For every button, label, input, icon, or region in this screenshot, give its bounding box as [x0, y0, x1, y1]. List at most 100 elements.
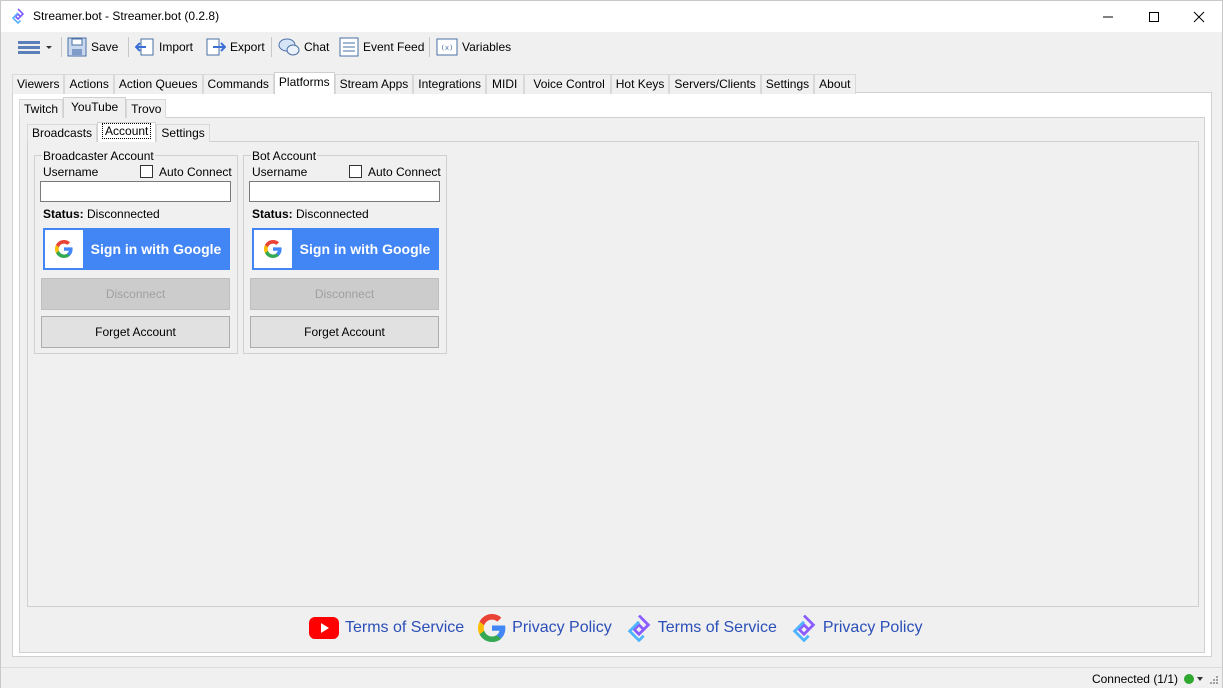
youtube-terms-label: Terms of Service: [345, 619, 465, 636]
disconnect-button[interactable]: Disconnect: [41, 278, 230, 310]
footer-links: Terms of Service Privacy Policy Terms of…: [309, 613, 936, 643]
maximize-button[interactable]: [1131, 1, 1177, 32]
connection-status: Connected (1/1): [1091, 672, 1178, 686]
status-label: Status:: [252, 207, 293, 221]
streamerbot-privacy-link[interactable]: Privacy Policy: [791, 614, 923, 642]
youtube-tabs: Broadcasts Account Settings: [27, 122, 210, 142]
menu-dropdown-button[interactable]: [17, 35, 53, 59]
toolbar-separator: [61, 37, 62, 57]
export-button[interactable]: Export: [206, 35, 265, 59]
connection-status-dot-icon[interactable]: [1184, 674, 1194, 684]
streamerbot-terms-link[interactable]: Terms of Service: [626, 614, 777, 642]
google-g-icon: [478, 614, 506, 642]
tab-stream-apps[interactable]: Stream Apps: [334, 74, 414, 94]
tab-integrations[interactable]: Integrations: [413, 74, 487, 94]
youtube-terms-link[interactable]: Terms of Service: [309, 617, 464, 639]
auto-connect-label: Auto Connect: [159, 165, 232, 179]
minimize-icon: [1103, 16, 1113, 17]
tab-actions[interactable]: Actions: [64, 74, 114, 94]
tab-youtube[interactable]: YouTube: [63, 97, 127, 118]
status-value: Disconnected: [87, 207, 160, 221]
tab-action-queues[interactable]: Action Queues: [113, 74, 203, 94]
close-icon: [1193, 11, 1205, 22]
tab-twitch[interactable]: Twitch: [19, 99, 64, 118]
import-button[interactable]: Import: [135, 35, 193, 59]
status-text: Status: Disconnected: [43, 207, 160, 221]
maximize-icon: [1149, 11, 1159, 22]
auto-connect-checkbox[interactable]: [349, 165, 362, 178]
window-title: Streamer.bot - Streamer.bot (0.2.8): [33, 9, 220, 23]
event-feed-icon: [339, 37, 359, 57]
group-legend: Bot Account: [251, 149, 318, 163]
streamerbot-logo-icon: [627, 614, 651, 642]
tab-midi[interactable]: MIDI: [486, 74, 525, 94]
username-input[interactable]: [249, 181, 440, 202]
save-label: Save: [91, 40, 119, 54]
chat-icon: [278, 38, 300, 56]
forget-account-button[interactable]: Forget Account: [41, 316, 230, 348]
toolbar: Save Import Export Chat Event Feed (x) V…: [1, 32, 1222, 62]
tab-hot-keys[interactable]: Hot Keys: [610, 74, 670, 94]
status-value: Disconnected: [296, 207, 369, 221]
minimize-button[interactable]: [1085, 1, 1131, 32]
tab-broadcasts[interactable]: Broadcasts: [27, 124, 98, 142]
username-label: Username: [252, 165, 308, 179]
tab-settings[interactable]: Settings: [760, 74, 815, 94]
variables-icon: (x): [436, 38, 458, 56]
title-bar: Streamer.bot - Streamer.bot (0.2.8): [1, 1, 1222, 32]
toolbar-separator: [271, 37, 272, 57]
variables-label: Variables: [462, 40, 512, 54]
broadcaster-account-group: Broadcaster Account Username Auto Connec…: [34, 149, 238, 354]
variables-button[interactable]: (x) Variables: [436, 35, 511, 59]
streamerbot-logo-icon: [11, 8, 25, 24]
auto-connect-checkbox[interactable]: [140, 165, 153, 178]
save-icon: [67, 37, 87, 57]
save-button[interactable]: Save: [67, 35, 118, 59]
status-bar: Connected (1/1): [1, 667, 1222, 688]
tab-servers-clients[interactable]: Servers/Clients: [669, 74, 761, 94]
group-legend: Broadcaster Account: [42, 149, 155, 163]
tab-about[interactable]: About: [814, 74, 856, 94]
bot-account-group: Bot Account Username Auto Connect Status…: [243, 149, 447, 354]
google-g-icon: [45, 230, 83, 268]
chat-button[interactable]: Chat: [278, 35, 329, 59]
event-feed-label: Event Feed: [363, 40, 425, 54]
google-privacy-link[interactable]: Privacy Policy: [478, 614, 612, 642]
sign-in-with-google-button[interactable]: Sign in with Google: [43, 228, 230, 270]
import-label: Import: [159, 40, 194, 54]
sign-in-with-google-button[interactable]: Sign in with Google: [252, 228, 439, 270]
tab-viewers[interactable]: Viewers: [12, 74, 65, 94]
tab-platforms[interactable]: Platforms: [273, 72, 335, 94]
auto-connect-label: Auto Connect: [368, 165, 441, 179]
export-icon: [206, 38, 226, 56]
forget-account-button[interactable]: Forget Account: [250, 316, 439, 348]
chevron-down-icon: [46, 46, 52, 49]
platform-tabs: Twitch YouTube Trovo: [19, 97, 167, 118]
event-feed-button[interactable]: Event Feed: [339, 35, 424, 59]
username-label: Username: [43, 165, 99, 179]
status-text: Status: Disconnected: [252, 207, 369, 221]
username-input[interactable]: [40, 181, 231, 202]
tab-trovo[interactable]: Trovo: [126, 99, 167, 118]
tab-commands[interactable]: Commands: [202, 74, 274, 94]
tab-voice-control[interactable]: Voice Control: [524, 74, 611, 94]
sign-in-label: Sign in with Google: [90, 241, 222, 257]
app-window: Streamer.bot - Streamer.bot (0.2.8) Save: [0, 0, 1223, 688]
tab-account-label: Account: [102, 123, 152, 139]
menu-icon: [18, 41, 40, 54]
resize-grip-icon[interactable]: [1209, 675, 1219, 685]
toolbar-separator: [429, 37, 430, 57]
export-label: Export: [230, 40, 265, 54]
toolbar-separator: [128, 37, 129, 57]
google-privacy-label: Privacy Policy: [512, 619, 612, 636]
youtube-icon: [309, 617, 339, 639]
chevron-down-icon[interactable]: [1197, 677, 1203, 681]
tab-youtube-settings[interactable]: Settings: [156, 124, 210, 142]
streamerbot-terms-label: Terms of Service: [657, 619, 777, 636]
close-button[interactable]: [1176, 1, 1222, 32]
tab-account[interactable]: Account: [97, 122, 157, 142]
streamerbot-privacy-label: Privacy Policy: [822, 619, 923, 636]
disconnect-button[interactable]: Disconnect: [250, 278, 439, 310]
main-tabs: Viewers Actions Action Queues Commands P…: [12, 72, 856, 94]
import-icon: [135, 38, 154, 56]
